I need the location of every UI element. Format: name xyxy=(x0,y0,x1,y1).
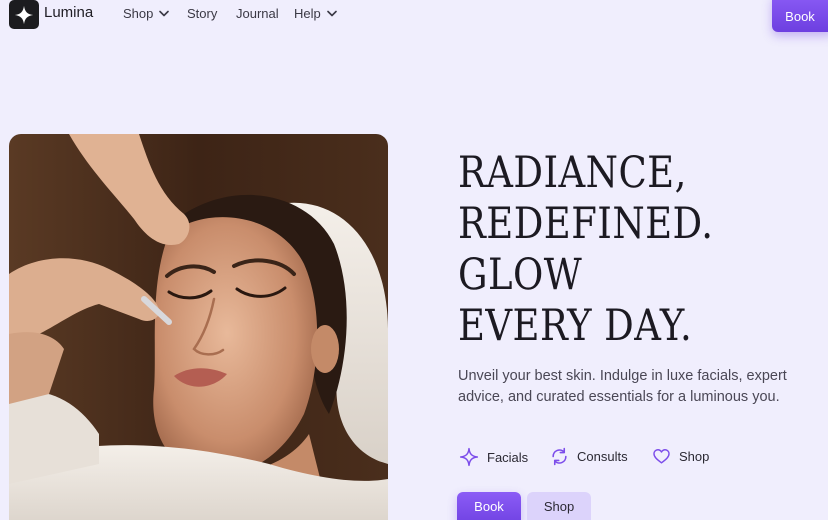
nav-item-story[interactable]: Story xyxy=(187,6,217,21)
nav-item-label: Journal xyxy=(236,6,279,21)
shop-button[interactable]: Shop xyxy=(527,492,591,520)
chevron-down-icon xyxy=(326,10,337,17)
hero-image xyxy=(9,134,388,520)
refresh-icon xyxy=(552,447,567,466)
feature-label: Consults xyxy=(577,449,628,464)
nav-item-label: Story xyxy=(187,6,218,21)
nav-item-journal[interactable]: Journal xyxy=(236,6,279,21)
nav-item-help[interactable]: Help xyxy=(294,6,337,21)
headline-line: GLOW xyxy=(458,250,583,300)
brand-logo[interactable] xyxy=(9,0,39,29)
book-button[interactable]: Book xyxy=(457,492,521,520)
headline-line: EVERY DAY. xyxy=(458,301,693,351)
hero-subtext: Unveil your best skin. Indulge in luxe f… xyxy=(458,368,787,405)
nav-item-label: Shop xyxy=(123,6,154,21)
feature-facials[interactable]: Facials xyxy=(459,447,528,467)
feature-label: Facials xyxy=(487,449,529,465)
headline-line: REDEFINED. xyxy=(458,199,714,249)
sparkle-icon xyxy=(459,447,479,467)
feature-shop[interactable]: Shop xyxy=(652,447,709,466)
chevron-down-icon xyxy=(159,10,170,17)
heart-icon xyxy=(653,449,670,464)
top-nav: Lumina Shop Story Journal Help Book xyxy=(0,0,828,32)
brand-name[interactable]: Lumina xyxy=(44,4,93,21)
headline-line: RADIANCE, xyxy=(458,148,687,198)
nav-item-label: Help xyxy=(294,6,321,21)
feature-consults[interactable]: Consults xyxy=(550,447,628,466)
nav-book-button[interactable]: Book xyxy=(772,0,828,32)
feature-label: Shop xyxy=(679,449,710,464)
hero-headline: RADIANCE, REDEFINED. GLOW EVERY DAY. xyxy=(458,148,818,352)
nav-item-shop[interactable]: Shop xyxy=(123,6,170,21)
sparkle-icon xyxy=(14,5,34,24)
